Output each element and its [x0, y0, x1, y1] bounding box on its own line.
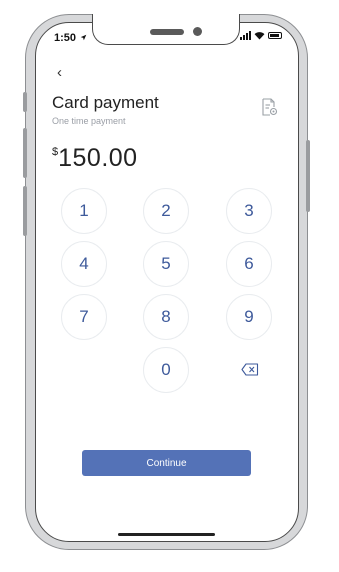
keypad-key-6[interactable]: 6	[226, 241, 272, 287]
keypad-key-9[interactable]: 9	[226, 294, 272, 340]
keypad-key-3[interactable]: 3	[226, 188, 272, 234]
keypad-key-8[interactable]: 8	[143, 294, 189, 340]
amount-display: $150.00	[52, 144, 138, 173]
page-subtitle: One time payment	[52, 116, 126, 126]
location-arrow-icon	[80, 34, 87, 41]
status-icons	[240, 31, 282, 40]
side-button	[306, 140, 310, 212]
continue-button[interactable]: Continue	[82, 450, 251, 476]
keypad-key-4[interactable]: 4	[61, 241, 107, 287]
keypad-key-2[interactable]: 2	[143, 188, 189, 234]
camera	[193, 27, 202, 36]
continue-button-label: Continue	[146, 457, 187, 469]
status-time-text: 1:50	[54, 32, 77, 44]
keypad-key-5[interactable]: 5	[143, 241, 189, 287]
page-title: Card payment	[52, 93, 159, 112]
receipt-settings-icon[interactable]	[261, 98, 278, 122]
backspace-icon[interactable]	[241, 363, 259, 381]
keypad-key-7[interactable]: 7	[61, 294, 107, 340]
signal-icon	[240, 31, 251, 40]
side-button	[23, 186, 27, 236]
back-button[interactable]: ‹	[57, 64, 62, 81]
status-time: 1:50	[54, 32, 87, 44]
wifi-icon	[254, 32, 265, 40]
side-button	[23, 92, 27, 112]
keypad-key-0[interactable]: 0	[143, 347, 189, 393]
amount-value: 150.00	[58, 144, 138, 172]
side-button	[23, 128, 27, 178]
keypad-key-1[interactable]: 1	[61, 188, 107, 234]
currency-symbol: $	[52, 146, 59, 158]
home-indicator[interactable]	[118, 533, 215, 536]
battery-icon	[268, 32, 282, 39]
speaker	[150, 29, 184, 35]
